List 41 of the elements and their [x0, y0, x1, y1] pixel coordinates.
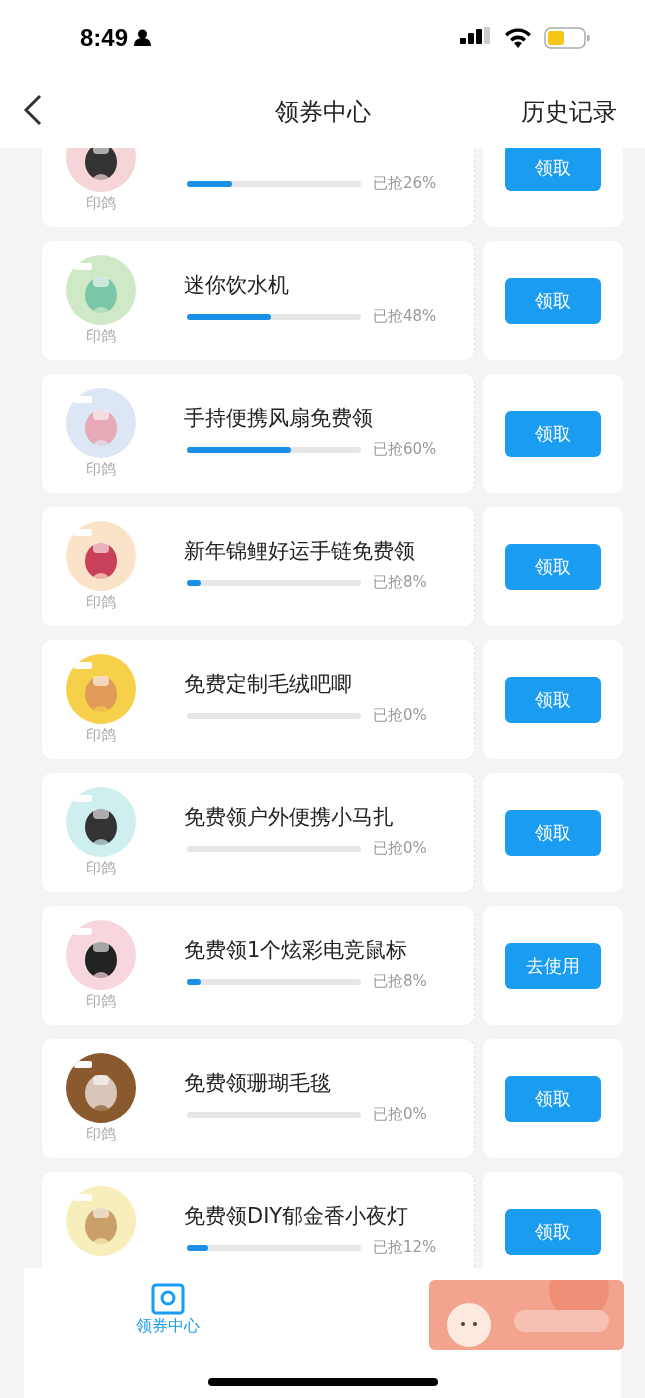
brand-label: 印鸽	[86, 859, 116, 878]
claim-button[interactable]: 领取	[505, 543, 601, 590]
claimed-percent: 已抢0%	[373, 1105, 427, 1124]
coupon-title: 新年锦鲤好运手链免费领	[184, 539, 415, 563]
coupon-title: 迷你饮水机	[184, 273, 289, 297]
brand-label: 印鸽	[86, 327, 116, 346]
history-link[interactable]: 历史记录	[521, 95, 617, 128]
brand-label: 印鸽	[86, 1125, 116, 1144]
claimed-percent: 已抢8%	[373, 573, 427, 592]
claim-button[interactable]: 领取	[505, 1208, 601, 1255]
claim-button[interactable]: 领取	[505, 809, 601, 856]
coupon-title: 免费领户外便携小马扎	[184, 805, 394, 829]
person-icon	[134, 29, 152, 46]
page-title: 领券中心	[274, 97, 371, 126]
coupon-title: 手持便携风扇免费领	[184, 406, 373, 430]
claim-button[interactable]: 领取	[505, 148, 601, 191]
claimed-percent: 已抢0%	[373, 839, 427, 858]
claimed-percent: 已抢48%	[373, 307, 437, 326]
claim-button[interactable]: 领取	[505, 410, 601, 457]
coupon-center-tab[interactable]: 领券中心	[136, 1282, 200, 1337]
claimed-percent: 已抢60%	[373, 440, 437, 459]
claimed-percent: 已抢12%	[373, 1238, 437, 1257]
claim-button[interactable]: 领取	[505, 1075, 601, 1122]
coupon-title: 免费定制毛绒吧唧	[184, 672, 352, 696]
brand-label: 印鸽	[86, 992, 116, 1011]
coupon-title: 免费领DIY郁金香小夜灯	[184, 1204, 409, 1228]
claim-button[interactable]: 去使用	[505, 942, 601, 989]
brand-label: 印鸽	[86, 194, 116, 213]
claimed-percent: 已抢8%	[373, 972, 427, 991]
coupon-title: 免费领1个炫彩电竞鼠标	[184, 938, 408, 962]
clock: 8:49	[80, 23, 129, 52]
wifi-icon	[504, 27, 532, 48]
brand-label: 印鸽	[86, 460, 116, 479]
claimed-percent: 已抢26%	[373, 174, 437, 193]
coupon-title: 免费领珊瑚毛毯	[184, 1071, 331, 1095]
claim-button[interactable]: 领取	[505, 277, 601, 324]
battery-icon	[544, 26, 590, 49]
claim-button[interactable]: 领取	[505, 676, 601, 723]
brand-label: 印鸽	[86, 726, 116, 745]
claimed-percent: 已抢0%	[373, 706, 427, 725]
brand-label: 印鸽	[86, 593, 116, 612]
